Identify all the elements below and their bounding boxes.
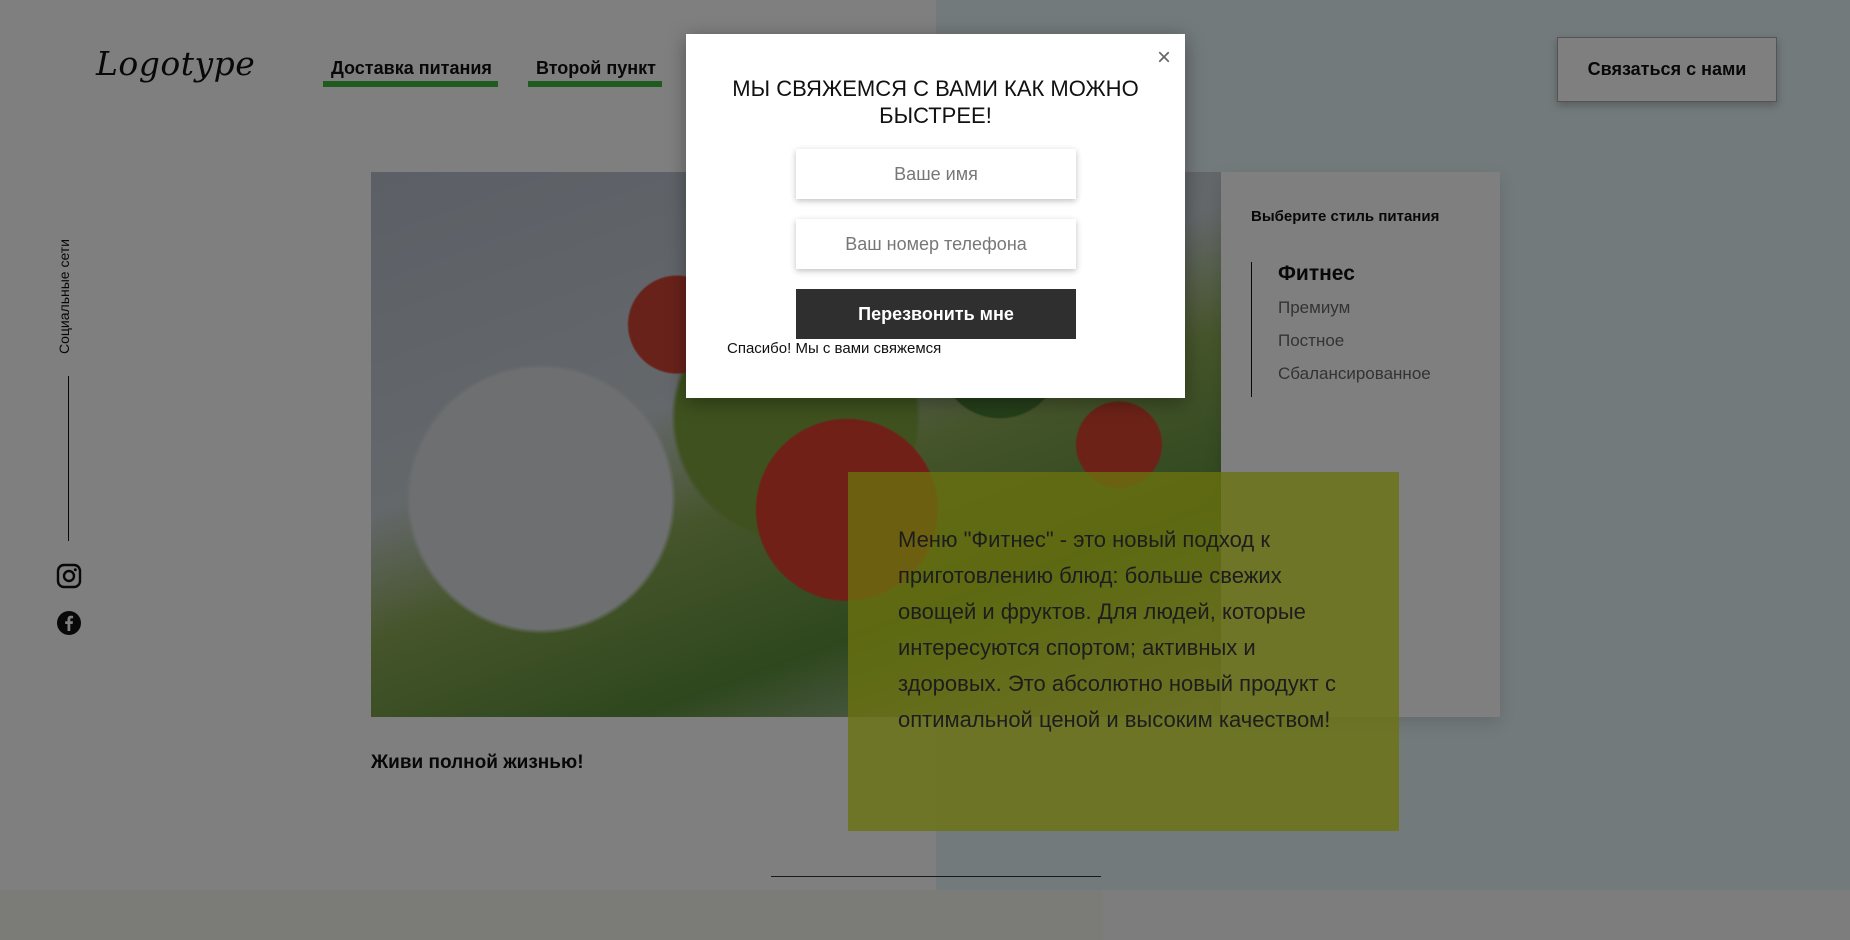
close-icon[interactable]: ×	[1157, 46, 1171, 70]
callback-button[interactable]: Перезвонить мне	[796, 289, 1076, 339]
success-message: Спасибо! Мы с вами свяжемся	[727, 340, 942, 357]
modal-title: МЫ СВЯЖЕМСЯ С ВАМИ КАК МОЖНО БЫСТРЕЕ!	[732, 76, 1139, 128]
callback-modal: × МЫ СВЯЖЕМСЯ С ВАМИ КАК МОЖНО БЫСТРЕЕ! …	[686, 34, 1185, 398]
phone-input[interactable]	[796, 219, 1076, 269]
name-input[interactable]	[796, 149, 1076, 199]
